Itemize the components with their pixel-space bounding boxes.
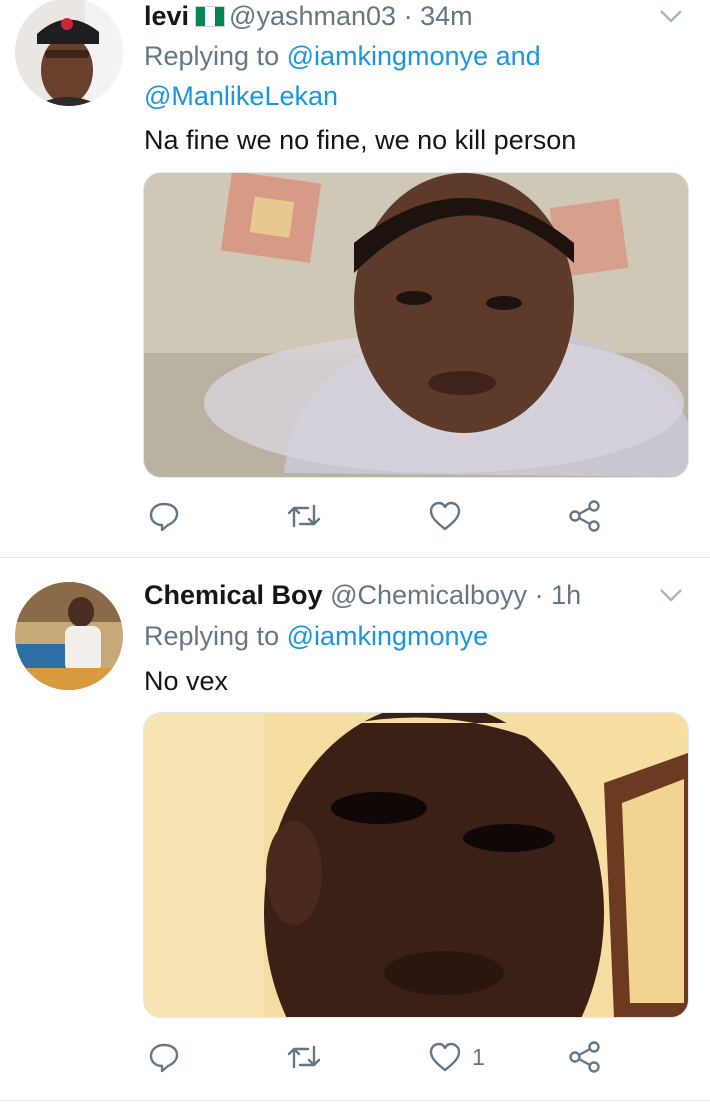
share-button[interactable]: [568, 1037, 602, 1077]
mention-link[interactable]: @iamkingmonye: [287, 621, 489, 651]
chevron-down-icon[interactable]: [656, 585, 686, 605]
tweet-photo[interactable]: [143, 172, 689, 478]
tweet-header: Chemical Boy @Chemicalboyy · 1h: [144, 579, 581, 611]
author-handle[interactable]: @Chemicalboyy: [330, 580, 527, 610]
author-handle[interactable]: @yashman03: [229, 1, 396, 31]
share-icon: [569, 1041, 600, 1073]
tweet-text: No vex: [144, 666, 229, 696]
reply-button[interactable]: [148, 1037, 180, 1077]
and-label[interactable]: and: [496, 41, 541, 71]
tweet[interactable]: Chemical Boy @Chemicalboyy · 1h Replying…: [0, 558, 710, 1106]
like-button[interactable]: [428, 496, 472, 536]
avatar[interactable]: [15, 0, 123, 106]
share-icon: [569, 500, 600, 532]
tweet-divider: [0, 1100, 710, 1101]
tweet-actions: 1: [143, 1037, 663, 1077]
tweet-photo[interactable]: [143, 712, 689, 1018]
retweet-button[interactable]: [286, 1037, 322, 1077]
author-name[interactable]: levi: [144, 1, 189, 31]
reply-icon: [149, 502, 179, 532]
avatar[interactable]: [15, 582, 123, 690]
retweet-icon: [287, 504, 321, 528]
mention-link[interactable]: @ManlikeLekan: [144, 81, 338, 111]
separator: ·: [534, 580, 544, 610]
mention-link[interactable]: @iamkingmonye: [287, 41, 489, 71]
like-button[interactable]: 1: [428, 1037, 485, 1077]
replying-label: Replying to: [144, 621, 280, 651]
separator: ·: [403, 1, 413, 31]
share-button[interactable]: [568, 496, 602, 536]
reply-context: Replying to @iamkingmonye and @ManlikeLe…: [144, 36, 541, 116]
retweet-button[interactable]: [286, 496, 322, 536]
reply-context: Replying to @iamkingmonye: [144, 616, 488, 656]
reply-button[interactable]: [148, 496, 180, 536]
like-count: 1: [472, 1043, 485, 1070]
retweet-icon: [287, 1045, 321, 1069]
tweet-actions: [143, 496, 663, 536]
like-icon: [429, 501, 461, 531]
tweet-header: levi @yashman03 · 34m: [144, 0, 473, 32]
chevron-down-icon[interactable]: [656, 6, 686, 26]
tweet[interactable]: levi @yashman03 · 34m Replying to @iamkin…: [0, 0, 710, 557]
like-icon: [429, 1042, 461, 1072]
timestamp[interactable]: 34m: [420, 1, 473, 31]
author-name[interactable]: Chemical Boy: [144, 580, 323, 610]
reply-icon: [149, 1043, 179, 1073]
tweet-text: Na fine we no fine, we no kill person: [144, 125, 577, 155]
timestamp[interactable]: 1h: [551, 580, 581, 610]
replying-label: Replying to: [144, 41, 280, 71]
nigeria-flag-icon: [195, 2, 226, 27]
